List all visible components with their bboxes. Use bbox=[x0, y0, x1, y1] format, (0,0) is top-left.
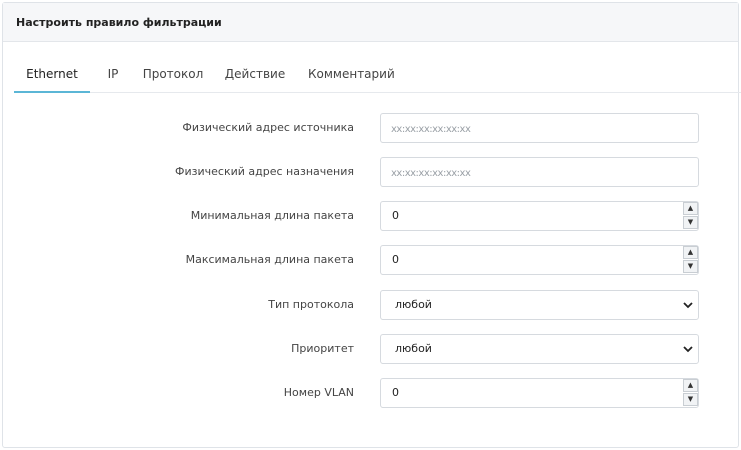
proto-type-value: любой bbox=[395, 298, 432, 311]
form-row-priority: Приоритет любой bbox=[0, 334, 741, 364]
src-mac-input[interactable] bbox=[380, 113, 699, 143]
proto-type-label: Тип протокола bbox=[268, 298, 354, 311]
max-len-value: 0 bbox=[392, 253, 399, 266]
triangle-up-icon[interactable]: ▲ bbox=[683, 202, 698, 215]
triangle-down-icon[interactable]: ▼ bbox=[683, 216, 698, 229]
max-len-input[interactable]: 0 ▲ ▼ bbox=[380, 245, 699, 275]
form-row-vlan: Номер VLAN 0 ▲ ▼ bbox=[0, 378, 741, 408]
max-len-spinner: ▲ ▼ bbox=[682, 246, 698, 274]
chevron-down-icon bbox=[683, 346, 693, 353]
form-row-src-mac: Физический адрес источника bbox=[0, 113, 741, 143]
form-row-dst-mac: Физический адрес назначения bbox=[0, 157, 741, 187]
tab-comment[interactable]: Комментарий bbox=[308, 56, 395, 91]
priority-value: любой bbox=[395, 342, 432, 355]
dst-mac-input[interactable] bbox=[380, 157, 699, 187]
form-row-max-len: Максимальная длина пакета 0 ▲ ▼ bbox=[0, 245, 741, 275]
tab-action[interactable]: Действие bbox=[224, 56, 286, 91]
min-len-label: Минимальная длина пакета bbox=[190, 209, 354, 222]
vlan-input[interactable]: 0 ▲ ▼ bbox=[380, 378, 699, 408]
priority-label: Приоритет bbox=[291, 342, 354, 355]
chevron-down-icon bbox=[683, 302, 693, 309]
vlan-value: 0 bbox=[392, 386, 399, 399]
triangle-up-icon[interactable]: ▲ bbox=[683, 246, 698, 259]
triangle-down-icon[interactable]: ▼ bbox=[683, 393, 698, 406]
tab-bar: Ethernet IP Протокол Действие Комментари… bbox=[14, 56, 741, 93]
src-mac-label: Физический адрес источника bbox=[182, 121, 354, 134]
vlan-label: Номер VLAN bbox=[283, 386, 354, 399]
tab-ip[interactable]: IP bbox=[102, 56, 124, 91]
min-len-value: 0 bbox=[392, 209, 399, 222]
panel-header: Настроить правило фильтрации bbox=[3, 3, 738, 42]
vlan-spinner: ▲ ▼ bbox=[682, 379, 698, 407]
priority-select[interactable]: любой bbox=[380, 334, 699, 364]
tab-protocol[interactable]: Протокол bbox=[142, 56, 204, 91]
form-row-proto-type: Тип протокола любой bbox=[0, 290, 741, 320]
triangle-down-icon[interactable]: ▼ bbox=[683, 260, 698, 273]
min-len-spinner: ▲ ▼ bbox=[682, 202, 698, 230]
form-row-min-len: Минимальная длина пакета 0 ▲ ▼ bbox=[0, 201, 741, 231]
triangle-up-icon[interactable]: ▲ bbox=[683, 379, 698, 392]
dst-mac-label: Физический адрес назначения bbox=[175, 165, 354, 178]
max-len-label: Максимальная длина пакета bbox=[185, 253, 354, 266]
panel-title: Настроить правило фильтрации bbox=[16, 16, 222, 29]
proto-type-select[interactable]: любой bbox=[380, 290, 699, 320]
tab-ethernet[interactable]: Ethernet bbox=[14, 56, 90, 93]
min-len-input[interactable]: 0 ▲ ▼ bbox=[380, 201, 699, 231]
